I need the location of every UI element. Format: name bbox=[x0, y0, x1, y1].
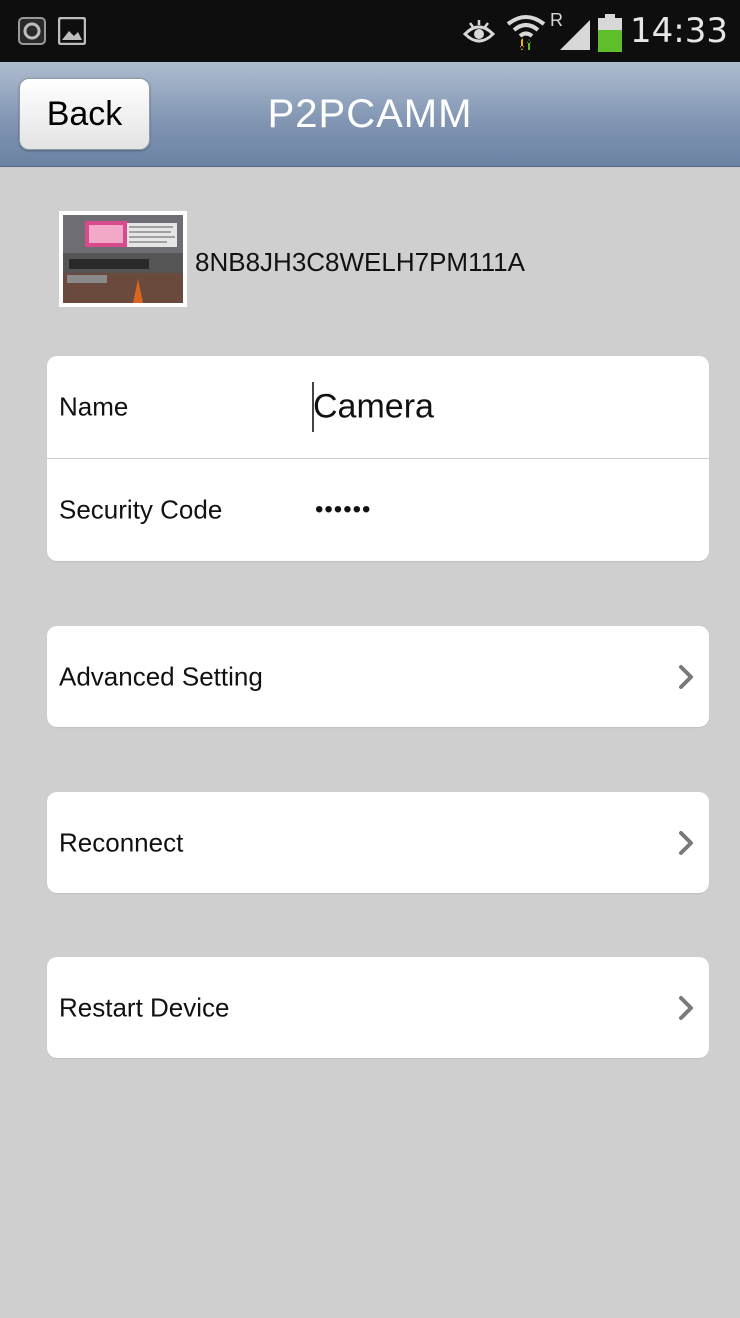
chevron-right-icon bbox=[679, 995, 693, 1020]
page-title: P2PCAMM bbox=[267, 92, 473, 136]
image-notification-icon bbox=[58, 17, 86, 45]
reconnect-label: Reconnect bbox=[59, 827, 184, 857]
chevron-right-icon bbox=[679, 664, 693, 689]
reconnect-button[interactable]: Reconnect bbox=[47, 792, 709, 893]
roaming-signal-icon bbox=[560, 20, 590, 50]
advanced-setting-button[interactable]: Advanced Setting bbox=[47, 626, 709, 727]
camera-thumbnail bbox=[59, 211, 187, 307]
title-bar: Back P2PCAMM bbox=[0, 62, 740, 167]
chevron-right-icon bbox=[679, 830, 693, 855]
security-code-input[interactable]: •••••• bbox=[315, 496, 371, 524]
battery-icon bbox=[598, 14, 622, 52]
security-code-row: Security Code •••••• bbox=[47, 458, 709, 561]
device-uid: 8NB8JH3C8WELH7PM111A bbox=[195, 247, 525, 277]
security-code-label: Security Code bbox=[59, 494, 223, 525]
restart-device-label: Restart Device bbox=[59, 992, 230, 1022]
name-label: Name bbox=[59, 391, 129, 422]
app-notification-icon bbox=[18, 17, 46, 45]
name-input[interactable]: Camera bbox=[313, 388, 434, 427]
restart-device-button[interactable]: Restart Device bbox=[47, 957, 709, 1058]
eye-icon bbox=[462, 20, 496, 43]
camera-snapshot-image bbox=[63, 215, 183, 303]
advanced-setting-label: Advanced Setting bbox=[59, 661, 263, 691]
credentials-card: Name Camera Security Code •••••• bbox=[47, 356, 709, 561]
status-bar: R 14:33 bbox=[0, 0, 740, 62]
wifi-icon bbox=[506, 15, 546, 50]
name-row: Name Camera bbox=[47, 356, 709, 458]
status-time: 14:33 bbox=[630, 11, 728, 51]
